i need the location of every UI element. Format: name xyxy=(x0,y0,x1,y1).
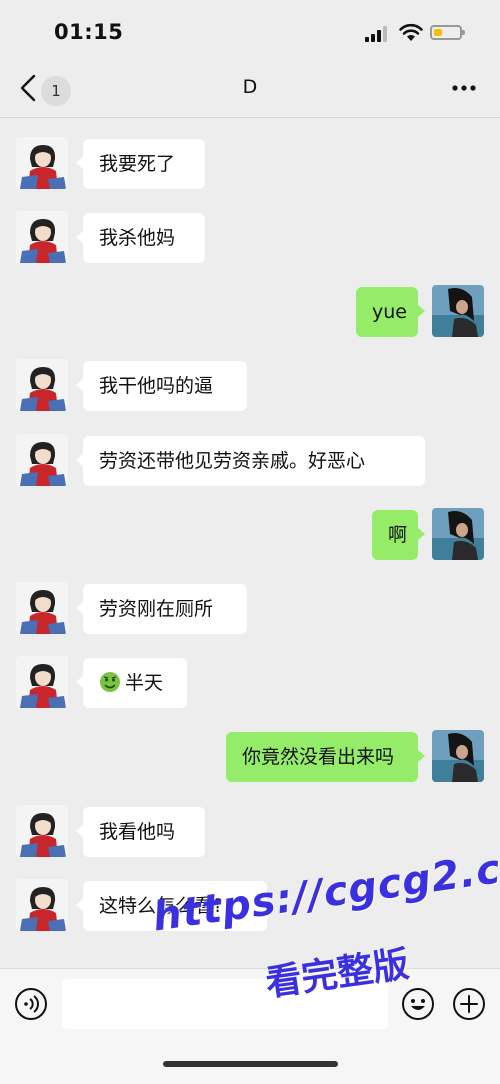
message-bubble[interactable]: 啊 xyxy=(372,510,425,560)
unread-count-badge[interactable]: 1 xyxy=(41,76,71,106)
bubble-tail xyxy=(76,379,83,391)
wifi-icon xyxy=(399,23,423,41)
message-row: 你竟然没看出来吗 xyxy=(0,730,500,786)
contact-avatar[interactable] xyxy=(16,656,68,708)
contact-avatar[interactable] xyxy=(16,137,68,189)
message-bubble[interactable]: 我杀他妈 xyxy=(76,213,205,263)
message-row: yue xyxy=(0,285,500,341)
contact-avatar[interactable] xyxy=(16,805,68,857)
bubble-tail xyxy=(76,676,83,688)
message-text: 我要死了 xyxy=(99,153,176,175)
message-row: 半天 xyxy=(0,656,500,712)
self-avatar[interactable] xyxy=(432,730,484,782)
contact-avatar[interactable] xyxy=(16,434,68,486)
bubble-tail xyxy=(76,454,83,466)
back-chevron-icon[interactable] xyxy=(14,70,44,106)
chat-header: 1 D xyxy=(0,62,500,117)
chat-title: D xyxy=(242,76,258,98)
watermark-text: 看完整版 xyxy=(263,943,412,1005)
message-text: 你竟然没看出来吗 xyxy=(242,746,395,768)
message-bubble[interactable]: 我看他吗 xyxy=(76,807,205,857)
message-bubble[interactable]: 劳资还带他见劳资亲戚。好恶心 xyxy=(76,436,425,486)
message-bubble[interactable]: 半天 xyxy=(76,658,187,708)
message-bubble[interactable]: 劳资刚在厕所 xyxy=(76,584,247,634)
message-text: 劳资还带他见劳资亲戚。好恶心 xyxy=(99,450,366,472)
nauseated-face-icon xyxy=(99,662,121,692)
header-divider xyxy=(0,117,500,118)
message-text: yue xyxy=(372,301,407,323)
message-row: 啊 xyxy=(0,508,500,564)
message-bubble[interactable]: 我要死了 xyxy=(76,139,205,189)
message-text: 我干他吗的逼 xyxy=(99,375,214,397)
bubble-tail xyxy=(418,750,425,762)
bubble-tail xyxy=(76,157,83,169)
message-bubble[interactable]: 你竟然没看出来吗 xyxy=(226,732,425,782)
message-text: 劳资刚在厕所 xyxy=(99,598,214,620)
message-text: 半天 xyxy=(125,672,164,694)
watermark: https://cgcg2.co 看完整版 xyxy=(150,842,500,1035)
contact-avatar[interactable] xyxy=(16,359,68,411)
contact-avatar[interactable] xyxy=(16,582,68,634)
self-avatar[interactable] xyxy=(432,285,484,337)
home-indicator xyxy=(163,1061,338,1067)
bubble-tail xyxy=(418,528,425,540)
message-row: 我干他吗的逼 xyxy=(0,359,500,415)
message-row: 劳资还带他见劳资亲戚。好恶心 xyxy=(0,434,500,490)
bubble-tail xyxy=(418,305,425,317)
message-text: 啊 xyxy=(388,524,408,546)
contact-avatar[interactable] xyxy=(16,211,68,263)
message-list[interactable]: 我要死了我杀他妈 yue 我干他吗的逼劳资还带他见劳资亲戚。好恶心啊劳资刚在厕所半天… xyxy=(0,120,500,970)
contact-avatar[interactable] xyxy=(16,879,68,931)
self-avatar[interactable] xyxy=(432,508,484,560)
battery-icon xyxy=(430,25,465,40)
message-bubble[interactable]: 我干他吗的逼 xyxy=(76,361,247,411)
message-text: 我杀他妈 xyxy=(99,227,176,249)
message-text: 我看他吗 xyxy=(99,821,176,843)
status-bar: 01:15 xyxy=(0,0,500,62)
more-dots-icon[interactable] xyxy=(449,78,479,98)
bubble-tail xyxy=(76,602,83,614)
message-row: 劳资刚在厕所 xyxy=(0,582,500,638)
message-bubble[interactable]: yue xyxy=(356,287,425,337)
message-row: 我杀他妈 xyxy=(0,211,500,267)
message-row: 我要死了 xyxy=(0,137,500,193)
bubble-tail xyxy=(76,231,83,243)
message-row: 我看他吗 xyxy=(0,805,500,861)
bubble-tail xyxy=(76,825,83,837)
cellular-signal-icon xyxy=(365,26,389,42)
status-time: 01:15 xyxy=(54,20,124,44)
voice-icon[interactable] xyxy=(14,987,48,1021)
bubble-tail xyxy=(76,899,83,911)
